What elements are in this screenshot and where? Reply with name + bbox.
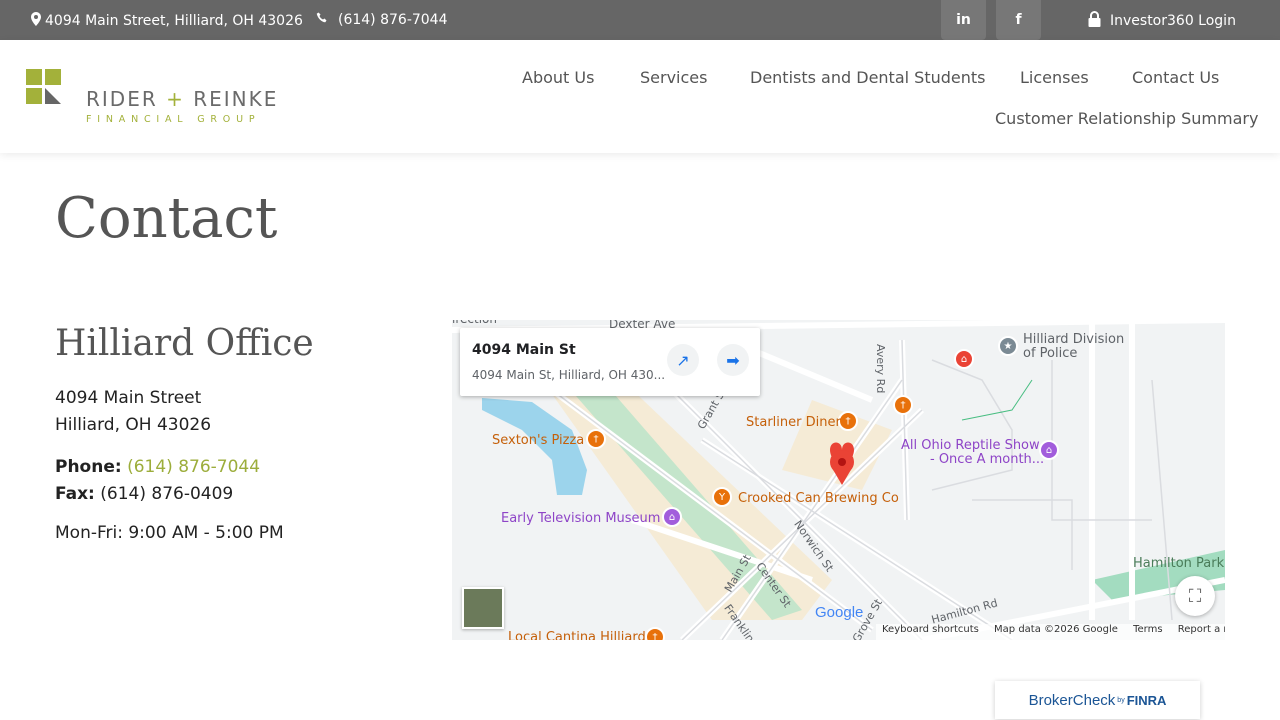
police-icon[interactable]: ★	[998, 336, 1018, 356]
brokercheck-finra: FINRA	[1126, 692, 1167, 708]
satellite-toggle-button[interactable]	[462, 587, 504, 629]
topbar-phone[interactable]: (614) 876-7044	[316, 12, 448, 28]
poi-label[interactable]: Crooked Can Brewing Co	[738, 491, 899, 506]
topbar-address[interactable]: 4094 Main Street, Hilliard, OH 43026	[31, 12, 303, 30]
fax-value: (614) 876-0409	[100, 484, 234, 504]
nav-customer-relationship-summary[interactable]: Customer Relationship Summary	[995, 109, 1258, 128]
map-pin-icon	[31, 12, 41, 30]
report-map-error-link[interactable]: Report a map error	[1178, 624, 1225, 635]
office-contact: Phone: (614) 876-7044 Fax: (614) 876-040…	[55, 454, 260, 508]
facebook-icon: f	[1015, 12, 1022, 28]
poi-label[interactable]: Hilliard Division	[1023, 332, 1124, 347]
login-label: Investor360 Login	[1110, 13, 1236, 29]
topbar-address-text: 4094 Main Street, Hilliard, OH 43026	[45, 13, 303, 29]
poi-label[interactable]: - Once A month...	[930, 452, 1044, 467]
map-footer: Keyboard shortcuts Map data ©2026 Google…	[876, 624, 1225, 640]
fax-label: Fax:	[55, 484, 95, 504]
map-info-card: 4094 Main St 4094 Main St, Hilliard, OH …	[460, 328, 760, 396]
topbar-phone-text: (614) 876-7044	[338, 12, 448, 28]
logo-square	[26, 69, 42, 85]
top-bar: 4094 Main Street, Hilliard, OH 43026 (61…	[0, 0, 1280, 40]
logo-square	[26, 88, 42, 104]
linkedin-button[interactable]: in	[941, 0, 986, 40]
office-address: 4094 Main Street Hilliard, OH 43026	[55, 385, 211, 439]
nav-about-us[interactable]: About Us	[522, 68, 594, 87]
map-card-subtitle: 4094 Main St, Hilliard, OH 430...	[472, 368, 666, 382]
poi-label[interactable]: Hamilton Park	[1133, 556, 1224, 571]
google-map[interactable]: † † † Y ⌂ ⌂ ⌂ ★ † Dexter Ave irection Av…	[452, 320, 1225, 640]
logo-triangle	[45, 88, 61, 104]
investor360-login-link[interactable]: Investor360 Login	[1088, 11, 1236, 31]
terms-link[interactable]: Terms	[1133, 624, 1162, 635]
brokercheck-broker: Broker	[1028, 691, 1073, 709]
poi-label[interactable]: Starliner Diner	[746, 415, 841, 430]
poi-label[interactable]: Early Television Museum	[501, 511, 660, 526]
poi-label[interactable]: of Police	[1023, 346, 1077, 361]
restaurant-icon[interactable]: †	[893, 395, 913, 415]
museum-icon[interactable]: ⌂	[662, 507, 682, 527]
phone-link[interactable]: (614) 876-7044	[127, 457, 260, 477]
address-line-1: 4094 Main Street	[55, 388, 202, 408]
phone-label: Phone:	[55, 457, 122, 477]
office-hours: Mon-Fri: 9:00 AM - 5:00 PM	[55, 523, 284, 543]
office-title: Hilliard Office	[55, 323, 314, 364]
address-line-2: Hilliard, OH 43026	[55, 415, 212, 435]
bar-icon[interactable]: Y	[712, 487, 732, 507]
restaurant-icon[interactable]: †	[586, 429, 606, 449]
page-title: Contact	[55, 186, 278, 251]
poi-label[interactable]: Local Cantina Hilliard	[508, 630, 646, 640]
street-label: irection	[452, 320, 497, 326]
brokercheck-badge[interactable]: Broker Check by FINRA	[995, 681, 1200, 719]
restaurant-icon[interactable]: †	[838, 411, 858, 431]
poi-label[interactable]: All Ohio Reptile Show	[901, 438, 1040, 453]
brokercheck-check: Check	[1072, 691, 1116, 709]
google-logo: Google	[815, 604, 864, 621]
logo-text: RIDER + REINKE FINANCIAL GROUP	[86, 87, 279, 125]
fullscreen-button[interactable]: ⛶	[1175, 576, 1215, 616]
nav-dentists[interactable]: Dentists and Dental Students	[750, 68, 985, 87]
landmark-icon[interactable]: ⌂	[954, 349, 974, 369]
open-in-maps-icon[interactable]: ↗	[667, 344, 699, 376]
restaurant-icon[interactable]: †	[645, 627, 665, 640]
directions-icon[interactable]: ➡	[717, 344, 749, 376]
lock-icon	[1088, 11, 1101, 31]
nav-contact-us[interactable]: Contact Us	[1132, 68, 1219, 87]
linkedin-icon: in	[956, 12, 971, 28]
facebook-button[interactable]: f	[996, 0, 1041, 40]
nav-licenses[interactable]: Licenses	[1020, 68, 1089, 87]
site-header: RIDER + REINKE FINANCIAL GROUP About Us …	[0, 40, 1280, 153]
fullscreen-icon: ⛶	[1188, 585, 1202, 607]
nav-services[interactable]: Services	[640, 68, 707, 87]
map-card-title: 4094 Main St	[472, 342, 576, 358]
phone-icon	[316, 12, 328, 28]
street-label: Avery Rd	[874, 344, 887, 394]
keyboard-shortcuts-link[interactable]: Keyboard shortcuts	[882, 624, 979, 635]
brokercheck-by: by	[1117, 696, 1125, 704]
logo-square	[45, 69, 61, 85]
poi-label[interactable]: Sexton's Pizza	[492, 433, 584, 448]
map-data-text: Map data ©2026 Google	[994, 624, 1118, 635]
